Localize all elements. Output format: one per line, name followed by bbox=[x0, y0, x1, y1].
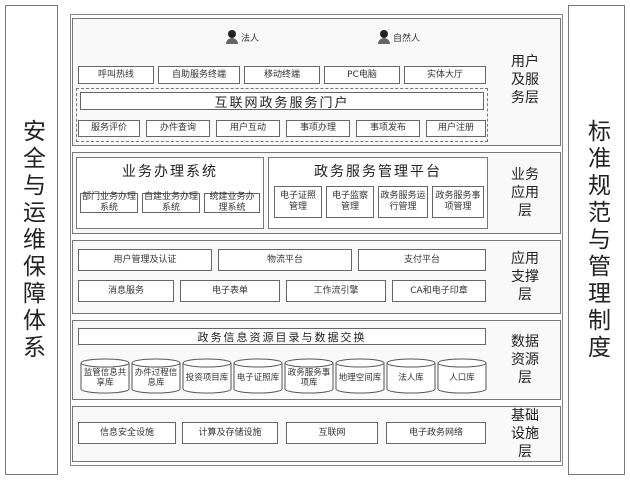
db-8: 监管信息共享库 bbox=[83, 368, 127, 388]
natural-person-label: 自然人 bbox=[393, 33, 421, 44]
right-side-pillar: 标准规范与管理制度 bbox=[568, 5, 625, 475]
db-2: 法人库 bbox=[398, 373, 424, 383]
platform-item-2: 政务服务运行管理 bbox=[378, 186, 428, 218]
infra-item-1: 电子政务网络 bbox=[386, 422, 486, 444]
function-2: 事项发布 bbox=[356, 120, 420, 137]
natural-person: 自然人 bbox=[378, 30, 420, 44]
function-6: 服务评价 bbox=[78, 120, 140, 137]
channel-2: PC电脑 bbox=[324, 66, 400, 84]
support-row2-item-4: 消息服务 bbox=[78, 280, 174, 302]
channel-3: 移动终端 bbox=[244, 66, 320, 84]
platform-item-3: 电子监察管理 bbox=[326, 186, 374, 218]
support-row1-item-1: 支付平台 bbox=[358, 249, 486, 271]
system-item-2: 自建业务办理系统 bbox=[142, 192, 200, 213]
user-service-layer-name: 用户及服务层 bbox=[511, 54, 539, 106]
function-5: 办件查询 bbox=[146, 120, 210, 137]
platform-item-4: 电子证照管理 bbox=[274, 186, 322, 218]
infra-item-2: 互联网 bbox=[286, 422, 378, 444]
support-row1-item-2: 物流平台 bbox=[218, 249, 352, 271]
person-icon bbox=[226, 30, 238, 44]
db-5: 电子证照库 bbox=[236, 373, 280, 383]
system-title: 业务办理系统 bbox=[122, 164, 218, 180]
db-7: 办件过程信息库 bbox=[134, 368, 178, 388]
db-4: 政务服务事项库 bbox=[287, 368, 331, 388]
channel-4: 自助服务终端 bbox=[158, 66, 240, 84]
legal-person-label: 法人 bbox=[241, 33, 260, 44]
function-1: 用户注册 bbox=[426, 120, 486, 137]
platform-item-1: 政务服务事项管理 bbox=[432, 186, 484, 218]
support-row2-item-1: CA和电子印章 bbox=[392, 280, 486, 302]
infrastructure-layer-name: 基础设施层 bbox=[511, 408, 539, 460]
data-exchange-banner: 政务信息资源目录与数据交换 bbox=[78, 328, 486, 345]
infra-item-4: 信息安全设施 bbox=[78, 422, 176, 444]
infra-item-3: 计算及存储设施 bbox=[182, 422, 278, 444]
portal-title: 互联网政务服务门户 bbox=[80, 92, 484, 111]
business-app-layer-name: 业务应用层 bbox=[511, 167, 539, 219]
db-6: 投资项目库 bbox=[185, 373, 229, 383]
support-row2-item-2: 工作流引擎 bbox=[286, 280, 386, 302]
db-3: 地理空间库 bbox=[338, 373, 382, 383]
app-support-layer-name: 应用支撑层 bbox=[511, 251, 539, 303]
support-row1-item-3: 用户管理及认证 bbox=[78, 249, 212, 271]
channel-1: 实体大厅 bbox=[404, 66, 486, 84]
left-side-label: 安全与运维保障体系 bbox=[18, 118, 45, 362]
person-icon bbox=[378, 30, 390, 44]
support-row2-item-3: 电子表单 bbox=[180, 280, 280, 302]
function-4: 用户互动 bbox=[216, 120, 280, 137]
function-3: 事项办理 bbox=[286, 120, 350, 137]
channel-5: 呼叫热线 bbox=[78, 66, 154, 84]
right-side-label: 标准规范与管理制度 bbox=[583, 118, 610, 362]
data-resources-layer-name: 数据资源层 bbox=[511, 334, 539, 386]
legal-person: 法人 bbox=[226, 30, 259, 44]
platform-title: 政务服务管理平台 bbox=[314, 164, 442, 180]
db-1: 人口库 bbox=[449, 373, 475, 383]
left-side-pillar: 安全与运维保障体系 bbox=[5, 5, 58, 475]
system-item-1: 统建业务办理系统 bbox=[204, 192, 260, 213]
system-item-3: 部门业务办理系统 bbox=[80, 192, 138, 213]
